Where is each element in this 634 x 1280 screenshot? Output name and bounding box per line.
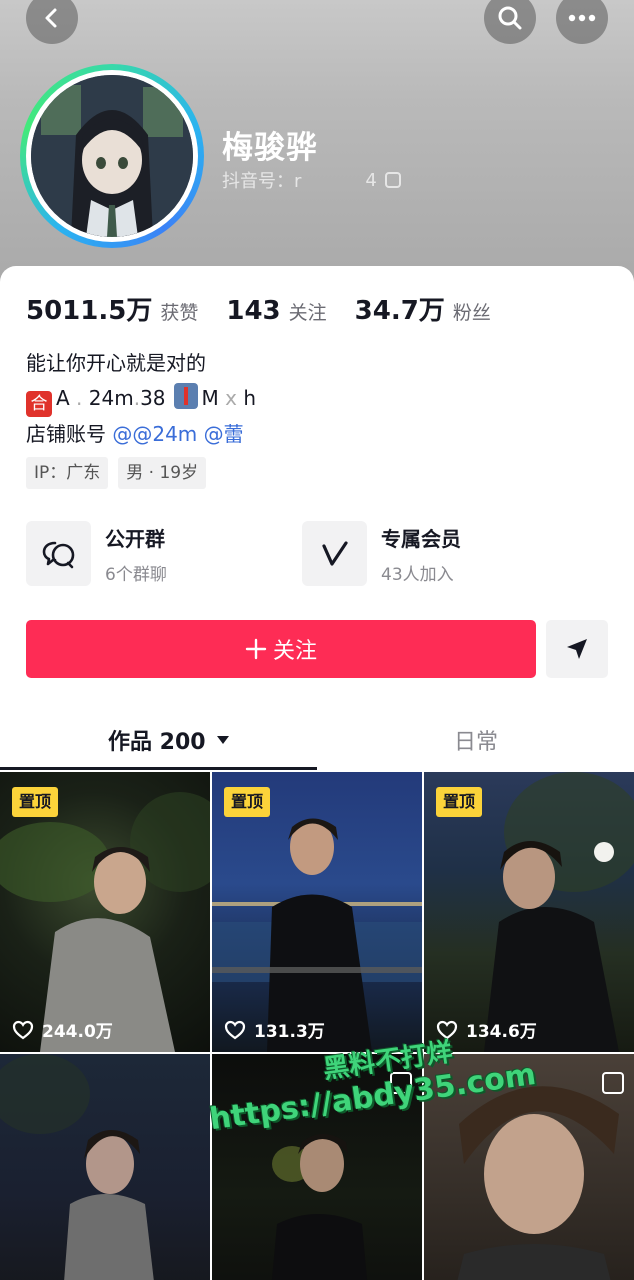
stats-row: 5011.5万 获赞 143 关注 34.7万 粉丝 bbox=[26, 290, 519, 327]
vip-membership-entry[interactable]: 专属会员 43人加入 bbox=[302, 521, 542, 586]
copy-icon[interactable] bbox=[384, 172, 401, 188]
avatar[interactable] bbox=[20, 64, 204, 248]
multi-image-icon bbox=[390, 1072, 412, 1094]
group-row: 公开群 6个群聊 专属会员 43人加入 bbox=[26, 521, 542, 586]
pinned-badge: 置顶 bbox=[224, 787, 271, 817]
pinned-badge: 置顶 bbox=[436, 787, 483, 817]
followers-count[interactable]: 34.7万 bbox=[355, 290, 445, 327]
gender-age-tag: 男 · 19岁 bbox=[118, 457, 207, 489]
vip-subtitle: 43人加入 bbox=[381, 564, 454, 585]
account-id: 抖音号：r 4 bbox=[222, 167, 401, 193]
send-icon bbox=[567, 639, 587, 659]
video-grid: 置顶 244.0万 置顶 131.3万 置顶 134.6万 bbox=[0, 772, 634, 1280]
group-title: 公开群 bbox=[105, 526, 165, 551]
heart-icon bbox=[224, 1020, 246, 1039]
profile-tags: IP：广东 男 · 19岁 bbox=[26, 457, 207, 489]
plus-icon bbox=[245, 638, 267, 660]
follow-button[interactable]: 关注 bbox=[26, 620, 536, 678]
video-thumbnail[interactable]: 置顶 134.6万 bbox=[424, 772, 634, 1052]
content-tabs: 作品 200 日常 bbox=[0, 710, 634, 770]
video-thumbnail[interactable]: 置顶 131.3万 bbox=[212, 772, 422, 1052]
chevron-left-icon bbox=[45, 8, 57, 28]
video-likes: 244.0万 bbox=[12, 1017, 113, 1042]
send-message-button[interactable] bbox=[546, 620, 608, 678]
bio-line-2: 合A . 24m.38 M x h bbox=[26, 381, 256, 417]
likes-count: 5011.5万 bbox=[26, 296, 153, 326]
video-likes: 134.6万 bbox=[436, 1017, 537, 1042]
group-subtitle: 6个群聊 bbox=[105, 564, 167, 585]
account-id-tail: 4 bbox=[365, 169, 377, 191]
tab-daily[interactable]: 日常 bbox=[454, 724, 498, 756]
video-thumbnail[interactable]: 置顶 244.0万 bbox=[0, 772, 210, 1052]
follow-label: 关注 bbox=[272, 639, 317, 664]
tab-works[interactable]: 作品 200 bbox=[108, 724, 230, 756]
mention-link[interactable]: @蕾 bbox=[204, 422, 244, 446]
active-tab-indicator bbox=[0, 767, 317, 770]
video-thumbnail[interactable] bbox=[424, 1054, 634, 1280]
heart-icon bbox=[12, 1020, 34, 1039]
bio-line-3: 店铺账号 @@24m @蕾 bbox=[26, 422, 244, 446]
likes-label: 获赞 bbox=[160, 302, 199, 324]
pinned-badge: 置顶 bbox=[12, 787, 59, 817]
suit-emoji-icon bbox=[173, 383, 198, 409]
public-group-entry[interactable]: 公开群 6个群聊 bbox=[26, 521, 266, 586]
search-icon bbox=[498, 6, 522, 30]
following-count[interactable]: 143 bbox=[226, 296, 280, 326]
profile-name: 梅骏骅 bbox=[222, 130, 318, 166]
following-label[interactable]: 关注 bbox=[289, 298, 327, 325]
video-thumbnail[interactable] bbox=[212, 1054, 422, 1280]
tab-works-label: 作品 200 bbox=[108, 730, 206, 755]
video-thumbnail[interactable] bbox=[0, 1054, 210, 1280]
multi-image-icon bbox=[602, 1072, 624, 1094]
heart-icon bbox=[436, 1020, 458, 1039]
bio-line-1: 能让你开心就是对的 bbox=[26, 351, 206, 375]
chat-bubbles-icon bbox=[26, 521, 91, 586]
account-id-label: 抖音号：r bbox=[222, 171, 302, 192]
more-dots-icon bbox=[568, 14, 596, 22]
vip-title: 专属会员 bbox=[381, 526, 461, 551]
ip-tag: IP：广东 bbox=[26, 457, 109, 489]
caret-down-icon bbox=[216, 736, 229, 744]
followers-label[interactable]: 粉丝 bbox=[453, 298, 491, 325]
mention-link[interactable]: @@24m bbox=[112, 422, 197, 446]
bio: 能让你开心就是对的 合A . 24m.38 M x h 店铺账号 @@24m @蕾 bbox=[26, 346, 256, 452]
video-likes: 131.3万 bbox=[224, 1017, 325, 1042]
he-emoji-icon: 合 bbox=[26, 391, 52, 417]
vip-v-icon bbox=[302, 521, 367, 586]
